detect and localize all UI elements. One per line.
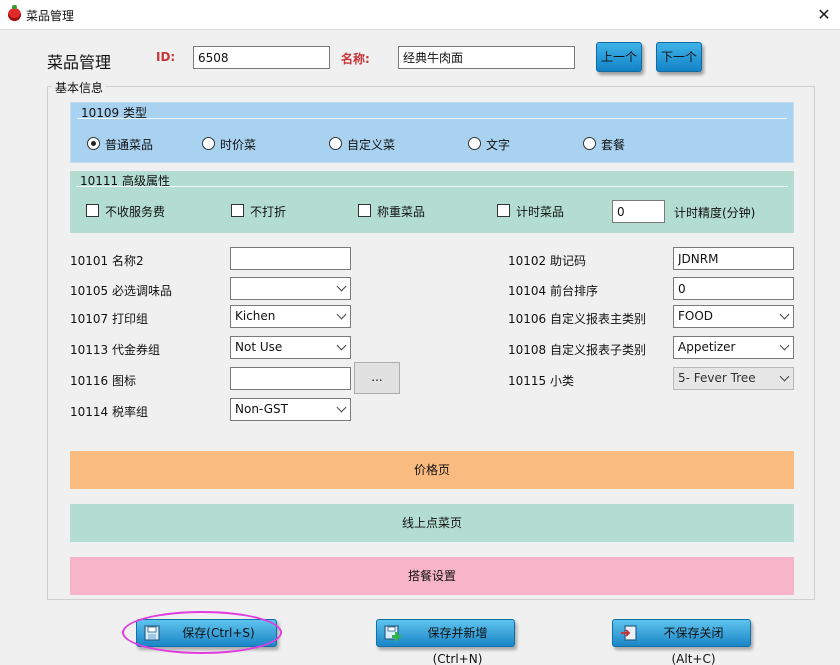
type-radio-market-price[interactable] — [202, 137, 215, 150]
chevron-down-icon — [779, 340, 790, 351]
next-button[interactable]: 下一个 — [656, 42, 702, 72]
timing-precision-label: 计时精度(分钟) — [674, 206, 756, 220]
no-service-charge-checkbox[interactable] — [86, 204, 99, 217]
print-group-select[interactable]: Kichen — [230, 305, 351, 328]
price-page-tab[interactable]: 价格页 — [70, 451, 794, 489]
id-label: ID: — [156, 50, 176, 64]
window-title: 菜品管理 — [26, 9, 75, 23]
type-radio-custom-label[interactable]: 自定义菜 — [347, 136, 395, 153]
subcategory-select[interactable]: 5- Fever Tree — [673, 367, 794, 390]
voucher-group-label: 10113 代金券组 — [70, 343, 160, 357]
prev-button[interactable]: 上一个 — [596, 42, 642, 72]
type-section-divider — [77, 118, 787, 119]
print-group-label: 10107 打印组 — [70, 312, 148, 326]
report-sub-category-select[interactable]: Appetizer — [673, 336, 794, 359]
chevron-down-icon — [779, 309, 790, 320]
type-radio-normal[interactable] — [87, 137, 100, 150]
front-sort-label: 10104 前台排序 — [508, 284, 598, 298]
type-radio-set-meal[interactable] — [583, 137, 596, 150]
type-radio-set-meal-label[interactable]: 套餐 — [601, 136, 625, 153]
subcategory-select-value: 5- Fever Tree — [678, 371, 756, 385]
type-radio-text-label[interactable]: 文字 — [486, 136, 510, 153]
chevron-down-icon — [336, 340, 347, 351]
type-radio-market-price-label[interactable]: 时价菜 — [220, 136, 256, 153]
seasoning-select[interactable] — [230, 277, 351, 300]
name-field[interactable] — [398, 46, 575, 69]
exit-door-icon — [621, 625, 637, 641]
chevron-down-icon — [336, 402, 347, 413]
tax-group-select[interactable]: Non-GST — [230, 398, 351, 421]
save-add-icon — [384, 625, 401, 641]
voucher-group-select-value: Not Use — [235, 340, 283, 354]
type-section: 10109 类型 普通菜品 时价菜 自定义菜 文字 套餐 — [70, 102, 794, 163]
no-service-charge-label[interactable]: 不收服务费 — [105, 203, 165, 220]
weighed-item-checkbox[interactable] — [358, 204, 371, 217]
no-discount-checkbox[interactable] — [231, 204, 244, 217]
close-without-saving-button[interactable]: 不保存关闭(Alt+C) — [612, 619, 751, 665]
save-and-new-button-label: 保存并新增(Ctrl+N) — [427, 626, 488, 665]
save-button[interactable]: 保存(Ctrl+S) — [136, 619, 277, 647]
report-main-category-select[interactable]: FOOD — [673, 305, 794, 328]
page-title: 菜品管理 — [47, 53, 112, 72]
front-sort-input[interactable] — [673, 277, 794, 300]
chevron-down-icon — [336, 309, 347, 320]
combo-setting-tab[interactable]: 搭餐设置 — [70, 557, 794, 595]
basic-info-title: 基本信息 — [52, 79, 107, 96]
type-radio-text[interactable] — [468, 137, 481, 150]
icon-browse-button[interactable]: ... — [354, 362, 400, 394]
report-sub-category-label: 10108 自定义报表子类别 — [508, 343, 646, 357]
timed-item-checkbox[interactable] — [497, 204, 510, 217]
type-radio-normal-label[interactable]: 普通菜品 — [105, 136, 153, 153]
online-order-page-tab[interactable]: 线上点菜页 — [70, 504, 794, 542]
type-radio-custom[interactable] — [329, 137, 342, 150]
voucher-group-select[interactable]: Not Use — [230, 336, 351, 359]
advanced-section: 10111 高级属性 不收服务费 不打折 称重菜品 计时菜品 计时精度(分钟) — [70, 171, 794, 233]
print-group-select-value: Kichen — [235, 309, 276, 323]
close-icon[interactable]: ✕ — [812, 4, 836, 26]
name-label: 名称: — [341, 52, 370, 66]
no-discount-label[interactable]: 不打折 — [250, 203, 286, 220]
mnemonic-label: 10102 助记码 — [508, 254, 586, 268]
title-bar: 菜品管理 ✕ — [0, 0, 840, 30]
save-icon — [144, 625, 160, 641]
icon-label: 10116 图标 — [70, 374, 136, 388]
save-and-new-button[interactable]: 保存并新增(Ctrl+N) — [376, 619, 515, 665]
mnemonic-input[interactable] — [673, 247, 794, 270]
seasoning-label: 10105 必选调味品 — [70, 284, 172, 298]
chevron-down-icon — [336, 281, 347, 292]
name2-label: 10101 名称2 — [70, 254, 144, 268]
report-sub-category-value: Appetizer — [678, 340, 736, 354]
advanced-section-divider — [76, 186, 788, 187]
save-button-label: 保存(Ctrl+S) — [182, 626, 255, 640]
close-without-saving-button-label: 不保存关闭(Alt+C) — [663, 626, 724, 665]
timed-item-label[interactable]: 计时菜品 — [516, 203, 564, 220]
weighed-item-label[interactable]: 称重菜品 — [377, 203, 425, 220]
chevron-down-icon — [779, 371, 790, 382]
timing-precision-input[interactable] — [612, 200, 665, 223]
name2-input[interactable] — [230, 247, 351, 270]
tax-group-label: 10114 税率组 — [70, 405, 148, 419]
subcategory-label: 10115 小类 — [508, 374, 574, 388]
icon-input[interactable] — [230, 367, 351, 390]
tax-group-select-value: Non-GST — [235, 402, 288, 416]
id-field[interactable] — [193, 46, 330, 69]
app-logo-icon — [8, 5, 21, 21]
report-main-category-label: 10106 自定义报表主类别 — [508, 312, 646, 326]
report-main-category-value: FOOD — [678, 309, 714, 323]
